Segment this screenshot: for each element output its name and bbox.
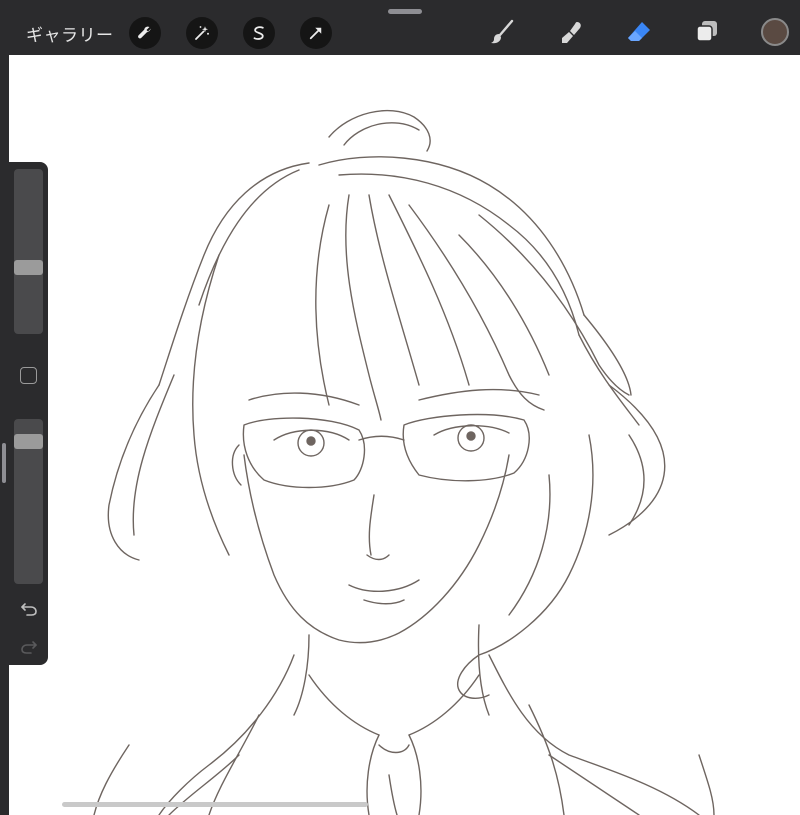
square-modifier-icon[interactable] [20,367,37,384]
gallery-button[interactable]: ギャラリー [26,21,114,46]
brush-icon[interactable] [485,15,519,49]
magic-wand-icon[interactable] [186,17,218,49]
transform-arrow-icon[interactable] [300,17,332,49]
redo-icon[interactable] [19,636,39,656]
opacity-thumb[interactable] [14,434,43,449]
wrench-icon[interactable] [129,17,161,49]
layers-icon[interactable] [690,15,724,49]
grabber-handle[interactable] [388,9,422,14]
opacity-slider[interactable] [14,419,43,584]
sidebar-edge-handle[interactable] [2,443,6,483]
undo-icon[interactable] [19,598,39,618]
left-edge-strip [0,55,9,815]
selection-icon[interactable] [243,17,275,49]
brush-size-slider[interactable] [14,169,43,334]
color-picker-swatch[interactable] [761,18,789,46]
smudge-icon[interactable] [554,15,588,49]
drawing-canvas[interactable] [9,55,800,815]
eraser-icon[interactable] [622,15,656,49]
top-toolbar: ギャラリー [0,0,800,55]
horizontal-scrollbar[interactable] [62,802,368,807]
brush-size-thumb[interactable] [14,260,43,275]
sidebar [9,162,48,665]
